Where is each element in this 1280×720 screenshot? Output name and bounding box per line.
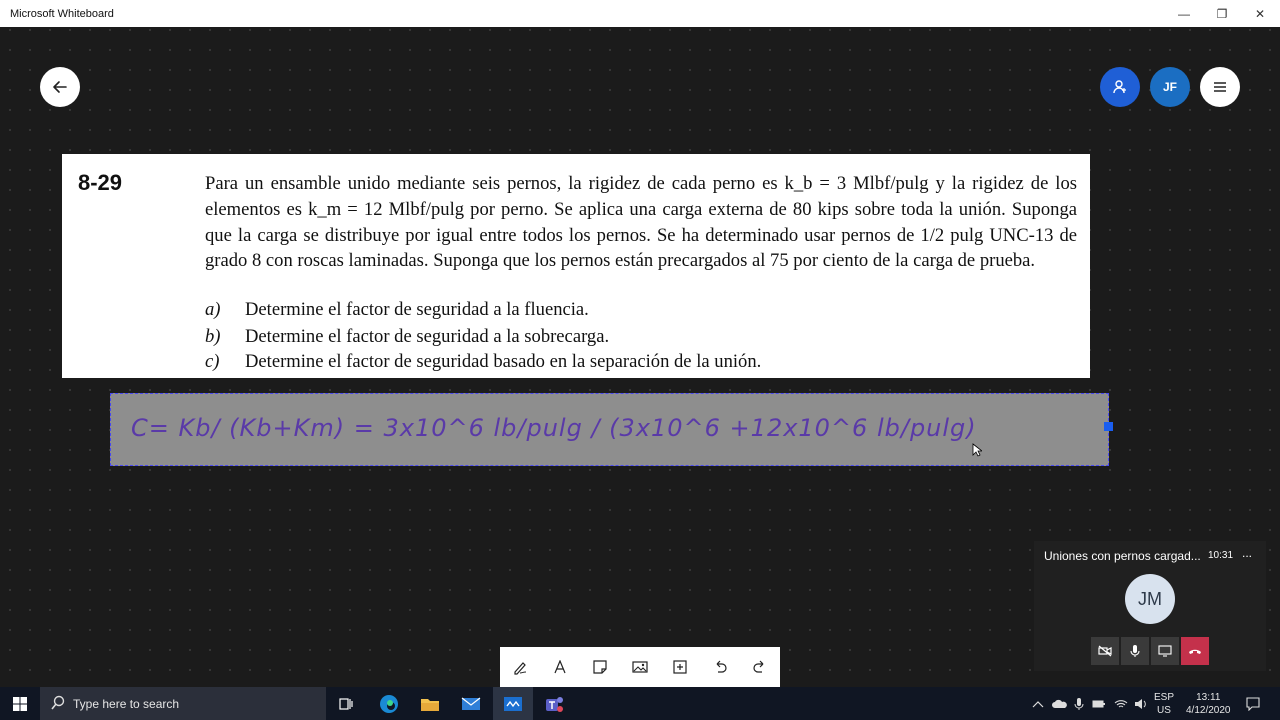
task-view-icon <box>339 697 353 710</box>
title-bar: Microsoft Whiteboard — ❐ ✕ <box>0 0 1280 27</box>
lang-bottom: US <box>1157 704 1171 716</box>
search-placeholder: Type here to search <box>73 697 180 711</box>
item-text: Determine el factor de seguridad a la so… <box>245 326 610 347</box>
clock-time: 13:11 <box>1196 691 1221 703</box>
clock-date: 4/12/2020 <box>1186 704 1231 716</box>
drawing-toolbar <box>500 647 780 687</box>
window-title: Microsoft Whiteboard <box>10 8 114 20</box>
text-tool-button[interactable] <box>540 647 580 687</box>
call-more-button[interactable]: ... <box>1242 546 1252 560</box>
pen-tool-button[interactable] <box>500 647 540 687</box>
problem-number: 8-29 <box>78 170 123 195</box>
image-icon <box>632 661 648 673</box>
battery-icon[interactable] <box>1092 699 1106 709</box>
ink-note-selection[interactable]: C= Kb/ (Kb+Km) = 3x10^6 lb/pulg / (3x10^… <box>110 393 1109 466</box>
whiteboard-icon <box>504 696 522 711</box>
item-text: Determine el factor de seguridad basado … <box>245 351 762 372</box>
share-screen-icon <box>1158 645 1172 657</box>
chevron-up-icon[interactable] <box>1032 700 1044 708</box>
problem-item-a: a) Determine el factor de seguridad a la … <box>205 299 589 321</box>
undo-icon <box>716 660 727 673</box>
problem-item-b: b) Determine el factor de seguridad a la … <box>205 326 609 348</box>
problem-item-c: c) Determine el factor de seguridad basad… <box>205 351 761 373</box>
start-button[interactable] <box>0 687 40 720</box>
taskbar-edge[interactable] <box>369 687 409 720</box>
edge-icon <box>380 694 398 713</box>
camera-off-icon <box>1098 645 1112 657</box>
taskbar-teams[interactable] <box>534 687 574 720</box>
input-language[interactable]: ESP US <box>1154 687 1174 720</box>
sticky-note-button[interactable] <box>580 647 620 687</box>
camera-toggle-button[interactable] <box>1091 637 1119 665</box>
taskbar-file-explorer[interactable] <box>410 687 450 720</box>
mic-toggle-button[interactable] <box>1121 637 1149 665</box>
hang-up-icon <box>1189 649 1201 654</box>
back-button[interactable] <box>40 67 80 107</box>
invite-user-button[interactable] <box>1100 67 1140 107</box>
onedrive-icon[interactable] <box>1052 699 1068 709</box>
volume-icon[interactable] <box>1134 698 1148 710</box>
text-icon <box>554 660 566 674</box>
arrow-left-icon <box>53 81 67 93</box>
mouse-cursor-icon <box>972 443 982 457</box>
task-view-button[interactable] <box>326 687 366 720</box>
microphone-icon <box>1130 645 1140 657</box>
taskbar: Type here to search ESP US 13:11 4/12/20… <box>0 687 1280 720</box>
restore-button[interactable]: ❐ <box>1202 0 1242 27</box>
resize-handle[interactable] <box>1104 422 1113 431</box>
teams-icon <box>546 696 563 712</box>
insert-image-button[interactable] <box>620 647 660 687</box>
hang-up-button[interactable] <box>1181 637 1209 665</box>
taskbar-clock[interactable]: 13:11 4/12/2020 <box>1186 687 1231 720</box>
item-label: c) <box>205 351 220 372</box>
pen-icon <box>514 662 527 675</box>
item-label: a) <box>205 299 221 320</box>
undo-button[interactable] <box>700 647 740 687</box>
wifi-icon[interactable] <box>1114 698 1128 710</box>
notification-icon <box>1246 696 1260 711</box>
mail-icon <box>461 697 481 710</box>
close-button[interactable]: ✕ <box>1240 0 1280 27</box>
item-label: b) <box>205 326 221 347</box>
problem-text: Para un ensamble unido mediante seis per… <box>205 173 1077 272</box>
item-text: Determine el factor de seguridad a la fl… <box>245 299 589 320</box>
ink-formula: C= Kb/ (Kb+Km) = 3x10^6 lb/pulg / (3x10^… <box>131 414 977 442</box>
menu-button[interactable] <box>1200 67 1240 107</box>
call-window[interactable]: Uniones con pernos cargad... 10:31 ... J… <box>1034 541 1266 671</box>
taskbar-search-box[interactable]: Type here to search <box>40 687 326 720</box>
search-icon <box>51 695 65 710</box>
sticky-note-icon <box>593 660 607 674</box>
user-add-icon <box>1113 80 1126 94</box>
microphone-tray-icon[interactable] <box>1074 697 1084 711</box>
profile-avatar-button[interactable]: JF <box>1150 67 1190 107</box>
add-content-button[interactable] <box>660 647 700 687</box>
taskbar-mail[interactable] <box>451 687 491 720</box>
share-screen-button[interactable] <box>1151 637 1179 665</box>
add-icon <box>673 660 687 674</box>
windows-logo-icon <box>13 696 27 711</box>
call-title: Uniones con pernos cargad... <box>1044 549 1201 563</box>
notifications-button[interactable] <box>1246 687 1260 720</box>
call-duration: 10:31 <box>1208 550 1234 561</box>
redo-button[interactable] <box>740 647 780 687</box>
participant-avatar: JM <box>1125 574 1175 624</box>
hamburger-menu-icon <box>1214 82 1226 92</box>
minimize-button[interactable]: — <box>1164 0 1204 27</box>
problem-image[interactable]: 8-29 Para un ensamble unido mediante sei… <box>62 154 1090 378</box>
redo-icon <box>753 660 764 673</box>
system-tray <box>1032 687 1156 720</box>
folder-icon <box>421 698 439 711</box>
taskbar-whiteboard[interactable] <box>493 687 533 720</box>
lang-top: ESP <box>1154 691 1175 703</box>
